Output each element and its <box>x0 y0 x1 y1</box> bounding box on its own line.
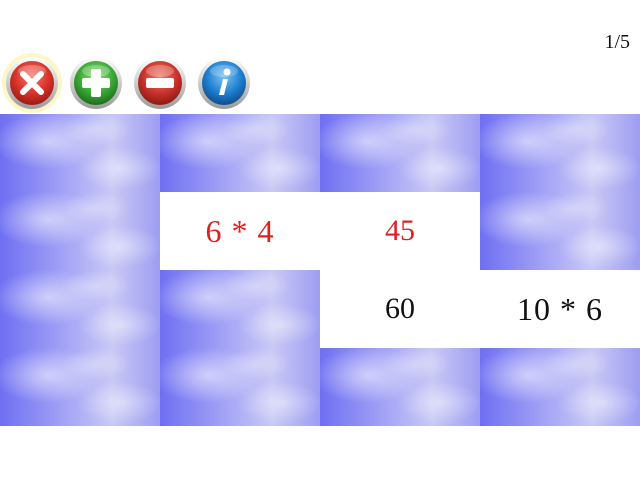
card-face-down[interactable] <box>0 270 160 348</box>
minus-icon <box>134 57 186 109</box>
card-board: 6 * 4 45 60 10 * 6 <box>0 114 640 426</box>
card-face-down[interactable] <box>0 192 160 270</box>
page-counter: 1/5 <box>604 31 630 53</box>
card-open[interactable]: 60 <box>320 270 480 348</box>
info-icon <box>198 57 250 109</box>
toolbar <box>0 52 640 114</box>
close-icon <box>6 57 58 109</box>
card-face-down[interactable] <box>0 348 160 426</box>
card-face-down[interactable] <box>480 192 640 270</box>
add-button[interactable] <box>68 55 124 111</box>
close-button[interactable] <box>4 55 60 111</box>
plus-icon <box>70 57 122 109</box>
remove-button[interactable] <box>132 55 188 111</box>
card-face-down[interactable] <box>160 114 320 192</box>
card-face-down[interactable] <box>320 114 480 192</box>
card-face-down[interactable] <box>480 348 640 426</box>
info-button[interactable] <box>196 55 252 111</box>
card-face-down[interactable] <box>320 348 480 426</box>
card-face-down[interactable] <box>160 270 320 348</box>
card-face-down[interactable] <box>480 114 640 192</box>
card-face-down[interactable] <box>0 114 160 192</box>
card-matched[interactable]: 6 * 4 <box>160 192 320 270</box>
card-matched[interactable]: 45 <box>320 192 480 270</box>
card-open[interactable]: 10 * 6 <box>480 270 640 348</box>
card-face-down[interactable] <box>160 348 320 426</box>
